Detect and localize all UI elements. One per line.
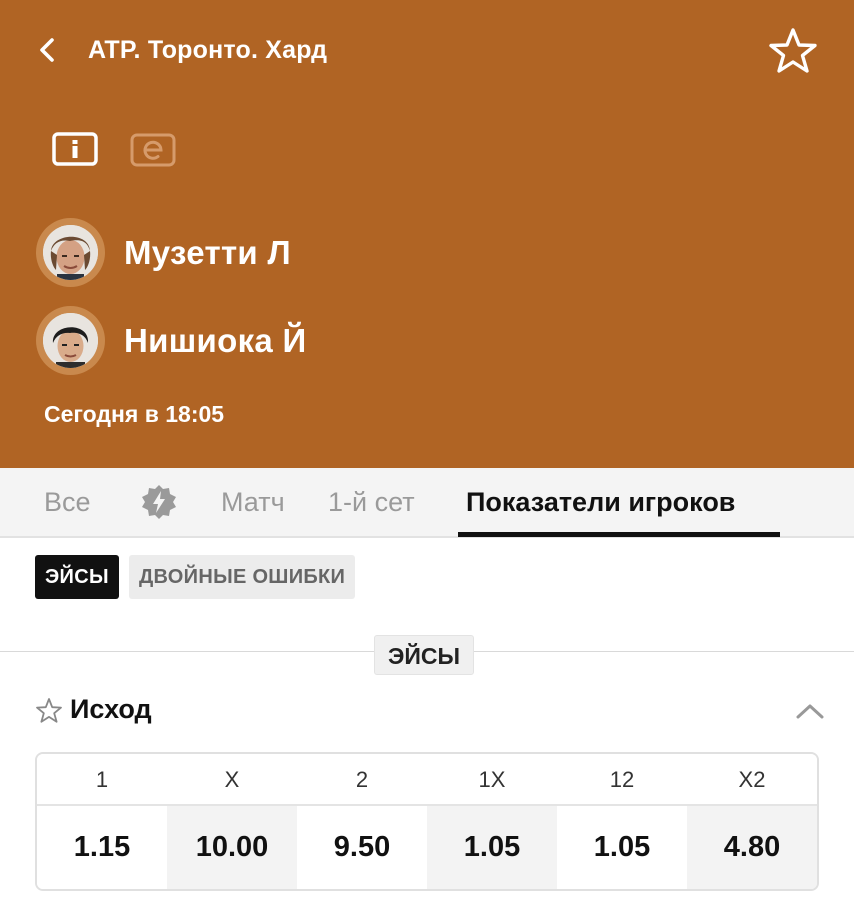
odds-cell-x2[interactable]: X2 4.80 xyxy=(687,754,817,889)
odds-value: 1.15 xyxy=(37,806,167,889)
back-arrow-icon xyxy=(40,38,54,62)
market-tabs: Все Матч 1-й сет Показатели игроков xyxy=(0,468,854,538)
market-favorite-button[interactable] xyxy=(35,697,63,725)
collapse-market-button[interactable] xyxy=(794,696,826,726)
player-2-name: Нишиока Й xyxy=(124,321,307,359)
odds-cell-x[interactable]: X 10.00 xyxy=(167,754,297,889)
favorite-star-icon xyxy=(769,28,817,73)
tab-player-stats[interactable]: Показатели игроков xyxy=(466,468,735,536)
tab-first-set[interactable]: 1-й сет xyxy=(328,468,415,536)
info-icon xyxy=(52,132,98,166)
odds-value: 9.50 xyxy=(297,806,427,889)
section-label: ЭЙСЫ xyxy=(374,635,475,675)
odds-label: X xyxy=(167,754,297,806)
player-row-2[interactable]: Нишиока Й xyxy=(36,306,307,375)
filter-aces[interactable]: ЭЙСЫ xyxy=(35,555,119,599)
favorite-button[interactable] xyxy=(766,26,820,76)
filter-double-faults[interactable]: ДВОЙНЫЕ ОШИБКИ xyxy=(129,555,356,599)
player-1-name: Музетти Л xyxy=(124,233,291,271)
tab-fast-bets[interactable] xyxy=(140,484,178,520)
odds-value: 4.80 xyxy=(687,806,817,889)
market-title: Исход xyxy=(70,694,152,724)
match-start-time: Сегодня в 18:05 xyxy=(44,401,225,427)
odds-cell-12[interactable]: 12 1.05 xyxy=(557,754,687,889)
player-row-1[interactable]: Музетти Л xyxy=(36,218,291,287)
player-1-avatar xyxy=(36,218,105,287)
info-button[interactable] xyxy=(52,132,98,166)
chevron-up-icon xyxy=(796,704,824,719)
tab-all[interactable]: Все xyxy=(44,468,91,536)
lightning-badge-icon xyxy=(142,485,176,519)
page-title: ATP. Торонто. Хард xyxy=(88,36,328,64)
event-header: ATP. Торонто. Хард Музетти Л Нишиока Й С… xyxy=(0,0,854,468)
odds-cell-1x[interactable]: 1X 1.05 xyxy=(427,754,557,889)
odds-cell-2[interactable]: 2 9.50 xyxy=(297,754,427,889)
odds-label: X2 xyxy=(687,754,817,806)
e-icon xyxy=(130,133,176,167)
tab-match[interactable]: Матч xyxy=(221,468,285,536)
active-tab-indicator xyxy=(458,532,780,537)
back-button[interactable] xyxy=(30,32,64,68)
star-outline-icon xyxy=(36,698,62,723)
odds-label: 2 xyxy=(297,754,427,806)
player-2-avatar xyxy=(36,306,105,375)
odds-table: 1 1.15 X 10.00 2 9.50 1X 1.05 12 1.05 X2… xyxy=(35,752,819,891)
odds-label: 12 xyxy=(557,754,687,806)
e-button[interactable] xyxy=(130,133,176,167)
odds-value: 1.05 xyxy=(427,806,557,889)
odds-label: 1X xyxy=(427,754,557,806)
odds-label: 1 xyxy=(37,754,167,806)
odds-value: 10.00 xyxy=(167,806,297,889)
odds-cell-1[interactable]: 1 1.15 xyxy=(37,754,167,889)
odds-value: 1.05 xyxy=(557,806,687,889)
